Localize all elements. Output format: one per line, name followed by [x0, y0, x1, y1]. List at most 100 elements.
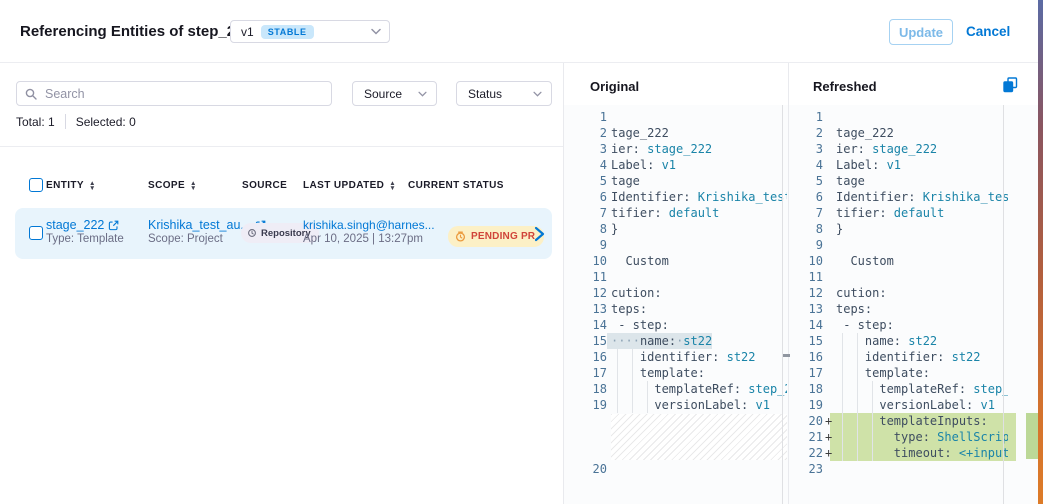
code-line: 20 — [563, 461, 787, 477]
code-line: 3ier: stage_222 — [790, 141, 1008, 157]
code-line: 13teps: — [563, 301, 787, 317]
added-line-plus: + — [823, 429, 833, 445]
code-line: 4Label: v1 — [790, 157, 1008, 173]
search-box[interactable] — [16, 81, 332, 106]
added-line-plus — [823, 397, 833, 413]
line-number: 10 — [790, 253, 823, 269]
code-line: 1 — [563, 109, 787, 125]
line-text — [607, 269, 611, 285]
line-number: 7 — [563, 205, 607, 221]
refreshed-code-editor[interactable]: 12tage_2223ier: stage_2224Label: v15tage… — [790, 109, 1008, 477]
line-text: ier: stage_222 — [607, 141, 712, 157]
line-text: Label: v1 — [833, 157, 901, 173]
added-line-plus — [823, 125, 833, 141]
referencing-entities-modal: Referencing Entities of step_222 v1 STAB… — [0, 0, 1043, 504]
column-header-last-updated[interactable]: LAST UPDATED ▲▼ — [303, 180, 396, 191]
line-number: 22 — [790, 445, 823, 461]
code-line: 7tifier: default — [563, 205, 787, 221]
code-line: 15 name: st22 — [790, 333, 1008, 349]
line-text: templateRef: step_222 — [833, 381, 1008, 397]
select-all-checkbox[interactable] — [29, 178, 43, 192]
updated-by[interactable]: krishika.singh@harnes... — [303, 218, 435, 232]
status-filter-select[interactable]: Status — [456, 81, 552, 106]
total-count: Total: 1 — [16, 115, 55, 129]
added-line-plus — [823, 333, 833, 349]
code-line: 9 — [563, 237, 787, 253]
line-number: 5 — [790, 173, 823, 189]
line-text: tage — [607, 173, 640, 189]
code-line: 2tage_222 — [563, 125, 787, 141]
added-line-plus — [823, 221, 833, 237]
code-line: 11 — [563, 269, 787, 285]
line-text: ier: stage_222 — [833, 141, 937, 157]
code-line: 3ier: stage_222 — [563, 141, 787, 157]
code-line: 5tage — [790, 173, 1008, 189]
line-text: timeout: <+input> — [833, 445, 1008, 461]
sort-icon[interactable]: ▲▼ — [190, 181, 197, 191]
column-header-source: SOURCE — [242, 180, 287, 191]
update-button[interactable]: Update — [889, 19, 953, 45]
line-text: template: — [607, 365, 705, 381]
row-checkbox[interactable] — [29, 226, 43, 240]
chevron-down-icon — [371, 28, 381, 35]
toolbar-divider — [0, 146, 563, 147]
row-expand-chevron-right-icon[interactable] — [531, 225, 547, 243]
summary-divider — [65, 114, 66, 129]
line-number: 11 — [563, 269, 607, 285]
search-input[interactable] — [45, 87, 323, 101]
code-line: 14 - step: — [563, 317, 787, 333]
column-header-entity[interactable]: ENTITY ▲▼ — [46, 180, 96, 191]
version-select[interactable]: v1 STABLE — [230, 20, 390, 43]
line-text: template: — [833, 365, 930, 381]
line-number: 6 — [790, 189, 823, 205]
entity-link[interactable]: stage_222 — [46, 218, 119, 232]
added-line-plus — [823, 285, 833, 301]
line-text: tage_222 — [833, 125, 894, 141]
line-number: 6 — [563, 189, 607, 205]
line-number: 23 — [790, 461, 823, 477]
line-number: 2 — [563, 125, 607, 141]
line-number: 21 — [790, 429, 823, 445]
line-text: tifier: default — [607, 205, 719, 221]
selection-summary: Total: 1 Selected: 0 — [16, 114, 136, 129]
line-text: cution: — [607, 285, 662, 301]
line-number: 18 — [790, 381, 823, 397]
copy-icon[interactable] — [1003, 77, 1019, 93]
line-number: 1 — [790, 109, 823, 125]
added-line-plus — [823, 381, 833, 397]
line-text: teps: — [607, 301, 647, 317]
code-line: 16 identifier: st22 — [563, 349, 787, 365]
sort-icon[interactable]: ▲▼ — [389, 181, 396, 191]
code-line: 10 Custom — [790, 253, 1008, 269]
added-line-plus: + — [823, 413, 833, 429]
line-text: ····name:·st22 — [607, 333, 712, 349]
line-number: 20 — [563, 461, 607, 477]
original-code-editor[interactable]: 12tage_2223ier: stage_2224Label: v15tage… — [563, 109, 787, 477]
line-text: - step: — [607, 317, 669, 333]
code-line: 7tifier: default — [790, 205, 1008, 221]
code-line: 8} — [563, 221, 787, 237]
code-line: 11 — [790, 269, 1008, 285]
added-line-plus — [823, 269, 833, 285]
source-filter-select[interactable]: Source — [352, 81, 437, 106]
line-number: 16 — [790, 349, 823, 365]
line-number: 17 — [563, 365, 607, 381]
line-number: 12 — [563, 285, 607, 301]
background-page-edge — [1038, 0, 1043, 504]
code-line: 12cution: — [790, 285, 1008, 301]
cancel-button[interactable]: Cancel — [966, 24, 1010, 39]
line-number: 18 — [563, 381, 607, 397]
column-header-scope[interactable]: SCOPE ▲▼ — [148, 180, 197, 191]
line-text: tifier: default — [833, 205, 944, 221]
line-text — [833, 237, 836, 253]
line-number: 11 — [790, 269, 823, 285]
line-text: versionLabel: v1 — [607, 397, 770, 413]
added-lines-overview-marker[interactable] — [1026, 413, 1038, 459]
code-line: 9 — [790, 237, 1008, 253]
external-link-icon — [108, 220, 119, 231]
code-line: 1 — [790, 109, 1008, 125]
code-line: 4Label: v1 — [563, 157, 787, 173]
added-line-plus — [823, 205, 833, 221]
sort-icon[interactable]: ▲▼ — [89, 181, 96, 191]
line-number: 14 — [563, 317, 607, 333]
